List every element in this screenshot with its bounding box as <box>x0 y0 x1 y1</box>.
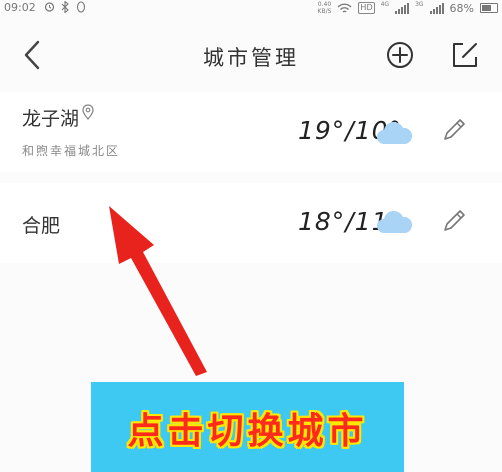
signal-icon-2 <box>429 2 444 14</box>
cloudy-weather-icon <box>377 210 412 233</box>
signal-icon-1 <box>395 2 410 14</box>
edit-pencil-icon[interactable] <box>440 116 468 144</box>
status-time: 09:02 <box>4 1 36 14</box>
city-name: 合肥 <box>22 215 61 237</box>
network-type-2: 3G <box>415 1 424 8</box>
net-speed: 0.40 KB/S <box>317 1 332 15</box>
status-left-icons <box>44 1 86 13</box>
city-name: 龙子湖 <box>22 104 95 131</box>
location-pin-icon <box>82 104 94 120</box>
battery-percent: 68% <box>449 1 474 15</box>
alarm-icon <box>44 2 55 12</box>
app-header: 城市管理 <box>0 22 502 86</box>
city-card[interactable]: 龙子湖 和煦幸福城北区 19°/10° <box>0 92 502 172</box>
instruction-banner: 点击切换城市 <box>91 382 404 472</box>
edit-list-icon[interactable] <box>450 40 480 70</box>
bluetooth-icon <box>61 1 69 13</box>
hd-badge: HD <box>358 2 375 14</box>
banner-text: 点击切换城市 <box>127 411 368 452</box>
status-right-icons: 0.40 KB/S HD 4G 3G 68% <box>318 1 498 15</box>
network-type-1: 4G <box>380 1 390 8</box>
status-bar: 09:02 0.40 KB/S HD 4G 3G 68% <box>0 0 502 20</box>
cloudy-weather-icon <box>377 121 412 144</box>
page-title: 城市管理 <box>203 46 299 70</box>
city-card[interactable]: 合肥 18°/11° <box>0 183 502 263</box>
wifi-icon <box>337 3 352 13</box>
add-city-icon[interactable] <box>385 40 415 70</box>
edit-pencil-icon[interactable] <box>440 207 468 235</box>
qq-icon <box>76 1 86 13</box>
battery-icon <box>480 3 498 13</box>
city-subtitle: 和煦幸福城北区 <box>22 144 121 158</box>
